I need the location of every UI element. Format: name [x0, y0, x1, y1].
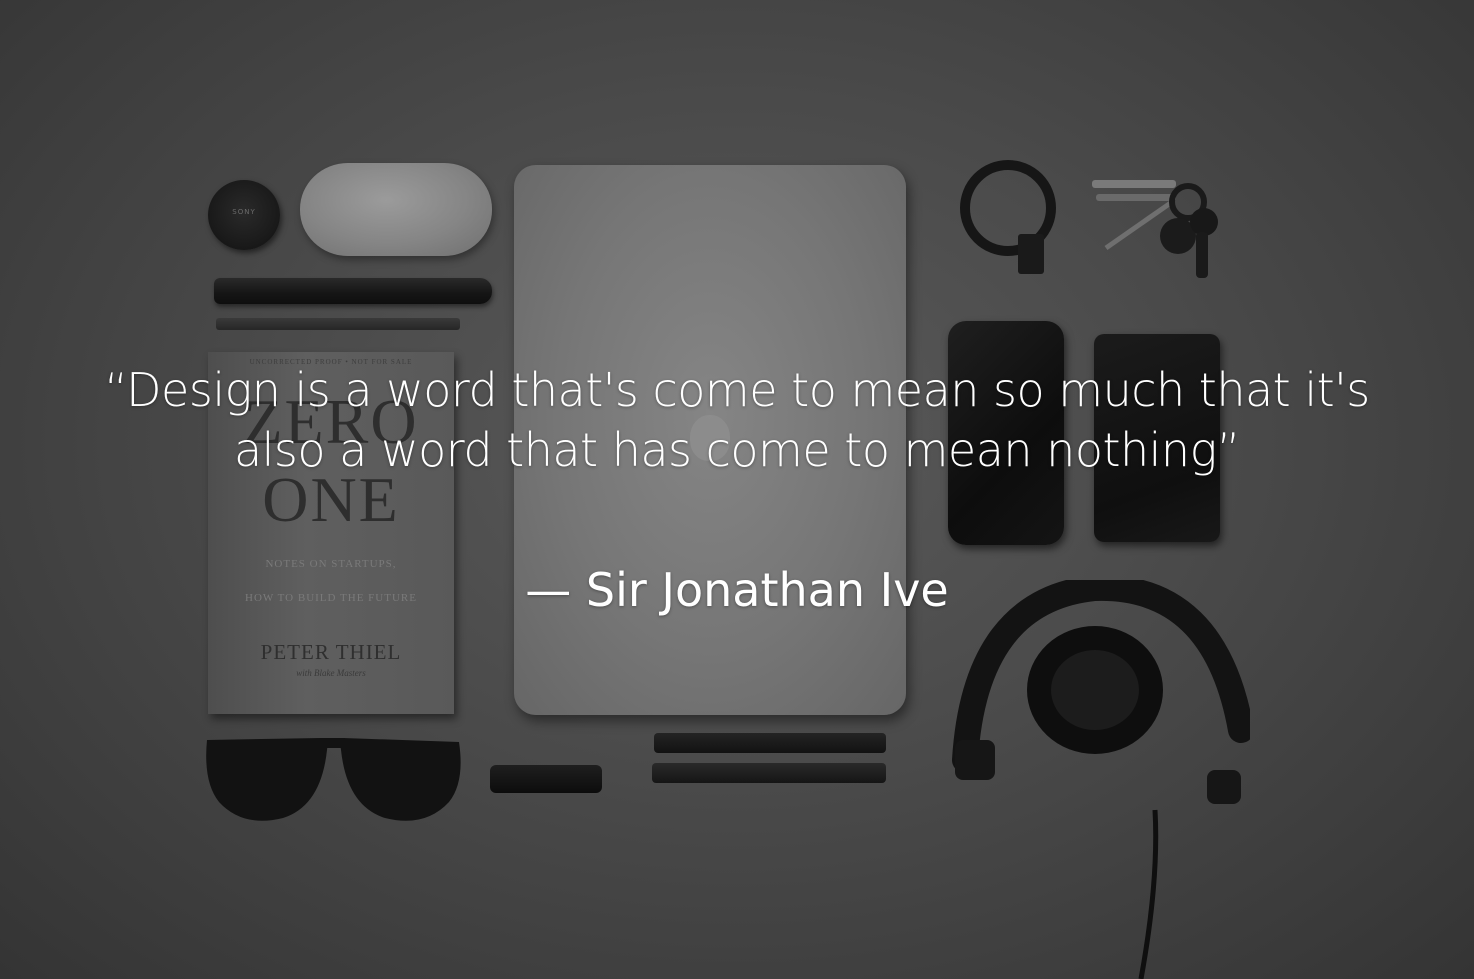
usb-plug [1018, 234, 1044, 274]
quote-author: — Sir Jonathan Ive [525, 563, 949, 617]
background-photo: SONY UNCORRECTED PROOF • NOT FOR SALE ZE… [0, 0, 1474, 979]
headphones [952, 580, 1250, 979]
sunglasses [206, 738, 461, 821]
quote-text: “Design is a word that's come to mean so… [0, 360, 1474, 480]
quote-line-2: also a word that has come to mean nothin… [233, 423, 1241, 477]
lens-cap-brand: SONY [232, 208, 256, 216]
lens-cap: SONY [208, 180, 280, 250]
keys [1092, 180, 1218, 278]
ballpoint-pen [652, 763, 886, 783]
fineliner-pen [654, 733, 886, 753]
book-coauthor: with Blake Masters [296, 668, 366, 678]
marker-pen [214, 278, 492, 304]
book-author: PETER THIEL [260, 640, 402, 664]
usb-stick [490, 765, 602, 793]
quote-line-1: “Design is a word that's come to mean so… [104, 363, 1370, 417]
mechanical-pencil [216, 318, 460, 330]
computer-mouse [300, 163, 492, 256]
